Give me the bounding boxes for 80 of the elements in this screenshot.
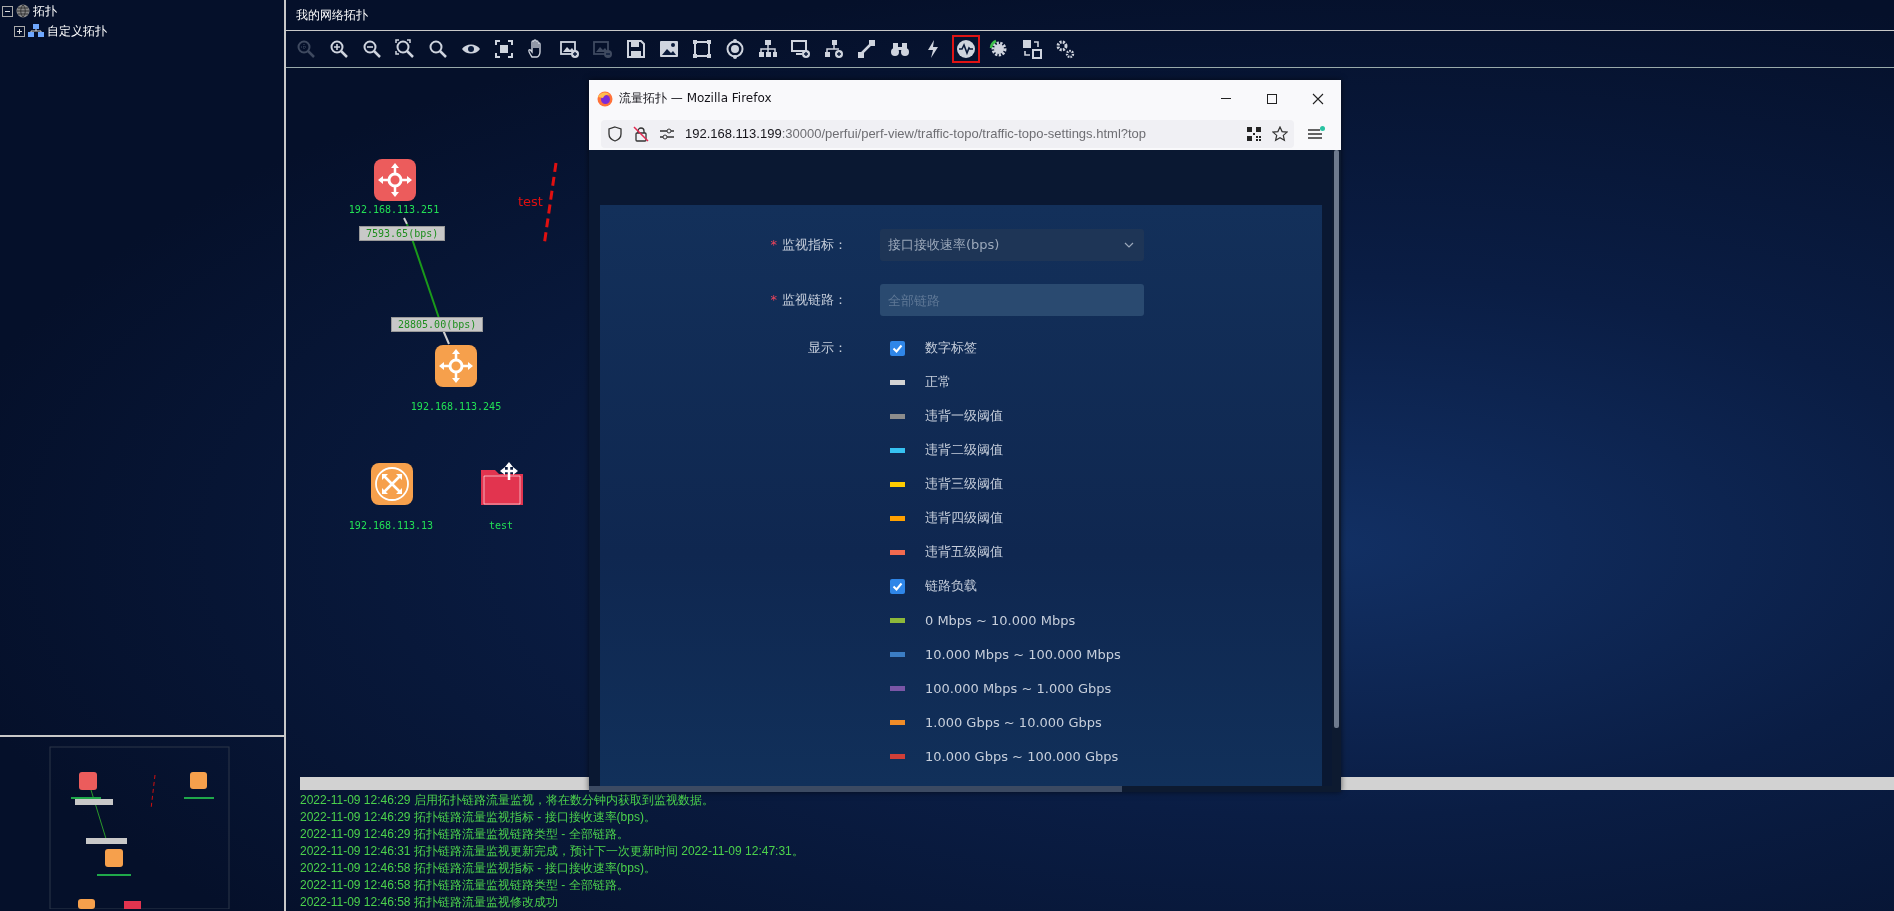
fit-screen-icon bbox=[494, 39, 514, 59]
checkbox[interactable] bbox=[890, 578, 905, 594]
log-line: 2022-11-09 12:46:58 拓扑链路流量监视指标 - 接口接收速率(bps)。 bbox=[300, 860, 657, 877]
minimap-drawing[interactable] bbox=[49, 746, 230, 909]
link-label: 28805.00(bps) bbox=[391, 317, 484, 332]
legend-label: 1.000 Gbps ~ 10.000 Gbps bbox=[925, 714, 1102, 730]
annotation-text: test bbox=[518, 194, 543, 209]
image-add-icon bbox=[560, 39, 580, 59]
swap-icon bbox=[1022, 39, 1042, 59]
qr-code-icon[interactable] bbox=[1246, 125, 1262, 142]
chevron-down-icon bbox=[1124, 242, 1134, 248]
lock-icon[interactable] bbox=[633, 125, 649, 142]
legend-label: 0 Mbps ~ 10.000 Mbps bbox=[925, 612, 1076, 628]
folder-icon[interactable] bbox=[480, 462, 524, 506]
legend-label: 违背一级阈值 bbox=[925, 407, 1003, 425]
legend-label: 10.000 Mbps ~ 100.000 Mbps bbox=[925, 646, 1121, 662]
log-line: 2022-11-09 12:46:58 拓扑链路流量监视修改成功 bbox=[300, 894, 559, 911]
zoom-area-icon bbox=[296, 39, 316, 59]
save-icon bbox=[626, 39, 646, 59]
expand-icon[interactable] bbox=[14, 25, 25, 37]
gear-icon bbox=[989, 39, 1009, 59]
node-add-icon bbox=[824, 39, 844, 59]
legend-label: 违背二级阈值 bbox=[925, 441, 1003, 459]
legend-label: 数字标签 bbox=[925, 339, 977, 357]
metric-dropdown[interactable]: 接口接收速率(bps) bbox=[880, 229, 1144, 261]
zoom-in-icon bbox=[329, 39, 349, 59]
legend-label: 违背三级阈值 bbox=[925, 475, 1003, 493]
scrollbar-thumb[interactable] bbox=[1334, 150, 1339, 728]
node-label: 192.168.113.245 bbox=[410, 401, 502, 412]
search-icon bbox=[428, 39, 448, 59]
star-icon[interactable] bbox=[1272, 125, 1288, 142]
image-remove-icon bbox=[593, 39, 613, 59]
scrollbar-thumb[interactable] bbox=[589, 786, 1122, 792]
field-label: 显示： bbox=[807, 339, 847, 357]
legend-label: 违背四级阈值 bbox=[925, 509, 1003, 527]
node-label: 192.168.113.13 bbox=[348, 520, 434, 531]
collapse-icon[interactable] bbox=[2, 5, 13, 17]
router-icon[interactable] bbox=[373, 158, 417, 202]
panel-title: 我的网络拓扑 bbox=[296, 6, 368, 24]
shield-icon[interactable] bbox=[607, 125, 623, 142]
permissions-icon[interactable] bbox=[659, 125, 675, 142]
tree-item[interactable]: 自定义拓扑 bbox=[47, 22, 107, 40]
image-icon bbox=[659, 39, 679, 59]
legend-label: 违背五级阈值 bbox=[925, 543, 1003, 561]
tree-item[interactable]: 拓扑 bbox=[33, 2, 57, 20]
field-label: * 监视指标： bbox=[769, 236, 847, 254]
gears-icon bbox=[1055, 39, 1075, 59]
log-line: 2022-11-09 12:46:29 拓扑链路流量监视指标 - 接口接收速率(bps)。 bbox=[300, 809, 657, 826]
menu-icon[interactable] bbox=[1307, 125, 1325, 142]
log-line: 2022-11-09 12:46:31 拓扑链路流量监视更新完成，预计下一次更新时间 2022-11-09 12:47:31。 bbox=[300, 843, 805, 860]
pulse-button[interactable] bbox=[952, 35, 980, 63]
log-line: 2022-11-09 12:46:29 拓扑链路流量监视链路类型 - 全部链路。 bbox=[300, 826, 630, 843]
legend-label: 10.000 Gbps ~ 100.000 Gbps bbox=[925, 748, 1119, 764]
switch-icon[interactable] bbox=[370, 462, 414, 506]
target-icon bbox=[725, 39, 745, 59]
field-label: * 监视链路： bbox=[769, 291, 847, 309]
legend-label: 100.000 Mbps ~ 1.000 Gbps bbox=[925, 680, 1112, 696]
node-label: 192.168.113.251 bbox=[348, 204, 440, 215]
link-label: 7593.65(bps) bbox=[359, 226, 446, 241]
checkbox[interactable] bbox=[890, 340, 905, 356]
network-icon bbox=[28, 24, 44, 38]
hierarchy-icon bbox=[758, 39, 778, 59]
browser-logo-icon bbox=[597, 90, 613, 107]
close-icon bbox=[1312, 92, 1324, 105]
legend-label: 链路负载 bbox=[925, 577, 977, 595]
log-line: 2022-11-09 12:46:29 启用拓扑链路流量监视，将在数分钟内获取到监视数据。 bbox=[300, 792, 715, 809]
pulse-icon bbox=[956, 39, 976, 59]
legend-label: 正常 bbox=[925, 373, 951, 391]
router-icon[interactable] bbox=[434, 344, 478, 388]
zoom-fit-icon bbox=[395, 39, 415, 59]
zoom-out-icon bbox=[362, 39, 382, 59]
window-title: 流量拓扑 — Mozilla Firefox bbox=[619, 90, 773, 107]
monitor-add-icon bbox=[791, 39, 811, 59]
globe-icon bbox=[16, 4, 30, 18]
log-line: 2022-11-09 12:46:58 拓扑链路流量监视链路类型 - 全部链路。 bbox=[300, 877, 630, 894]
frame-icon bbox=[692, 39, 712, 59]
link-tool-icon bbox=[857, 39, 877, 59]
address-bar[interactable]: 192.168.113.199:30000/perfui/perf-view/traffic-topo/traffic-topo-settings.html?top bbox=[601, 119, 1294, 148]
node-label: test bbox=[488, 520, 514, 531]
maximize-icon bbox=[1266, 92, 1278, 105]
